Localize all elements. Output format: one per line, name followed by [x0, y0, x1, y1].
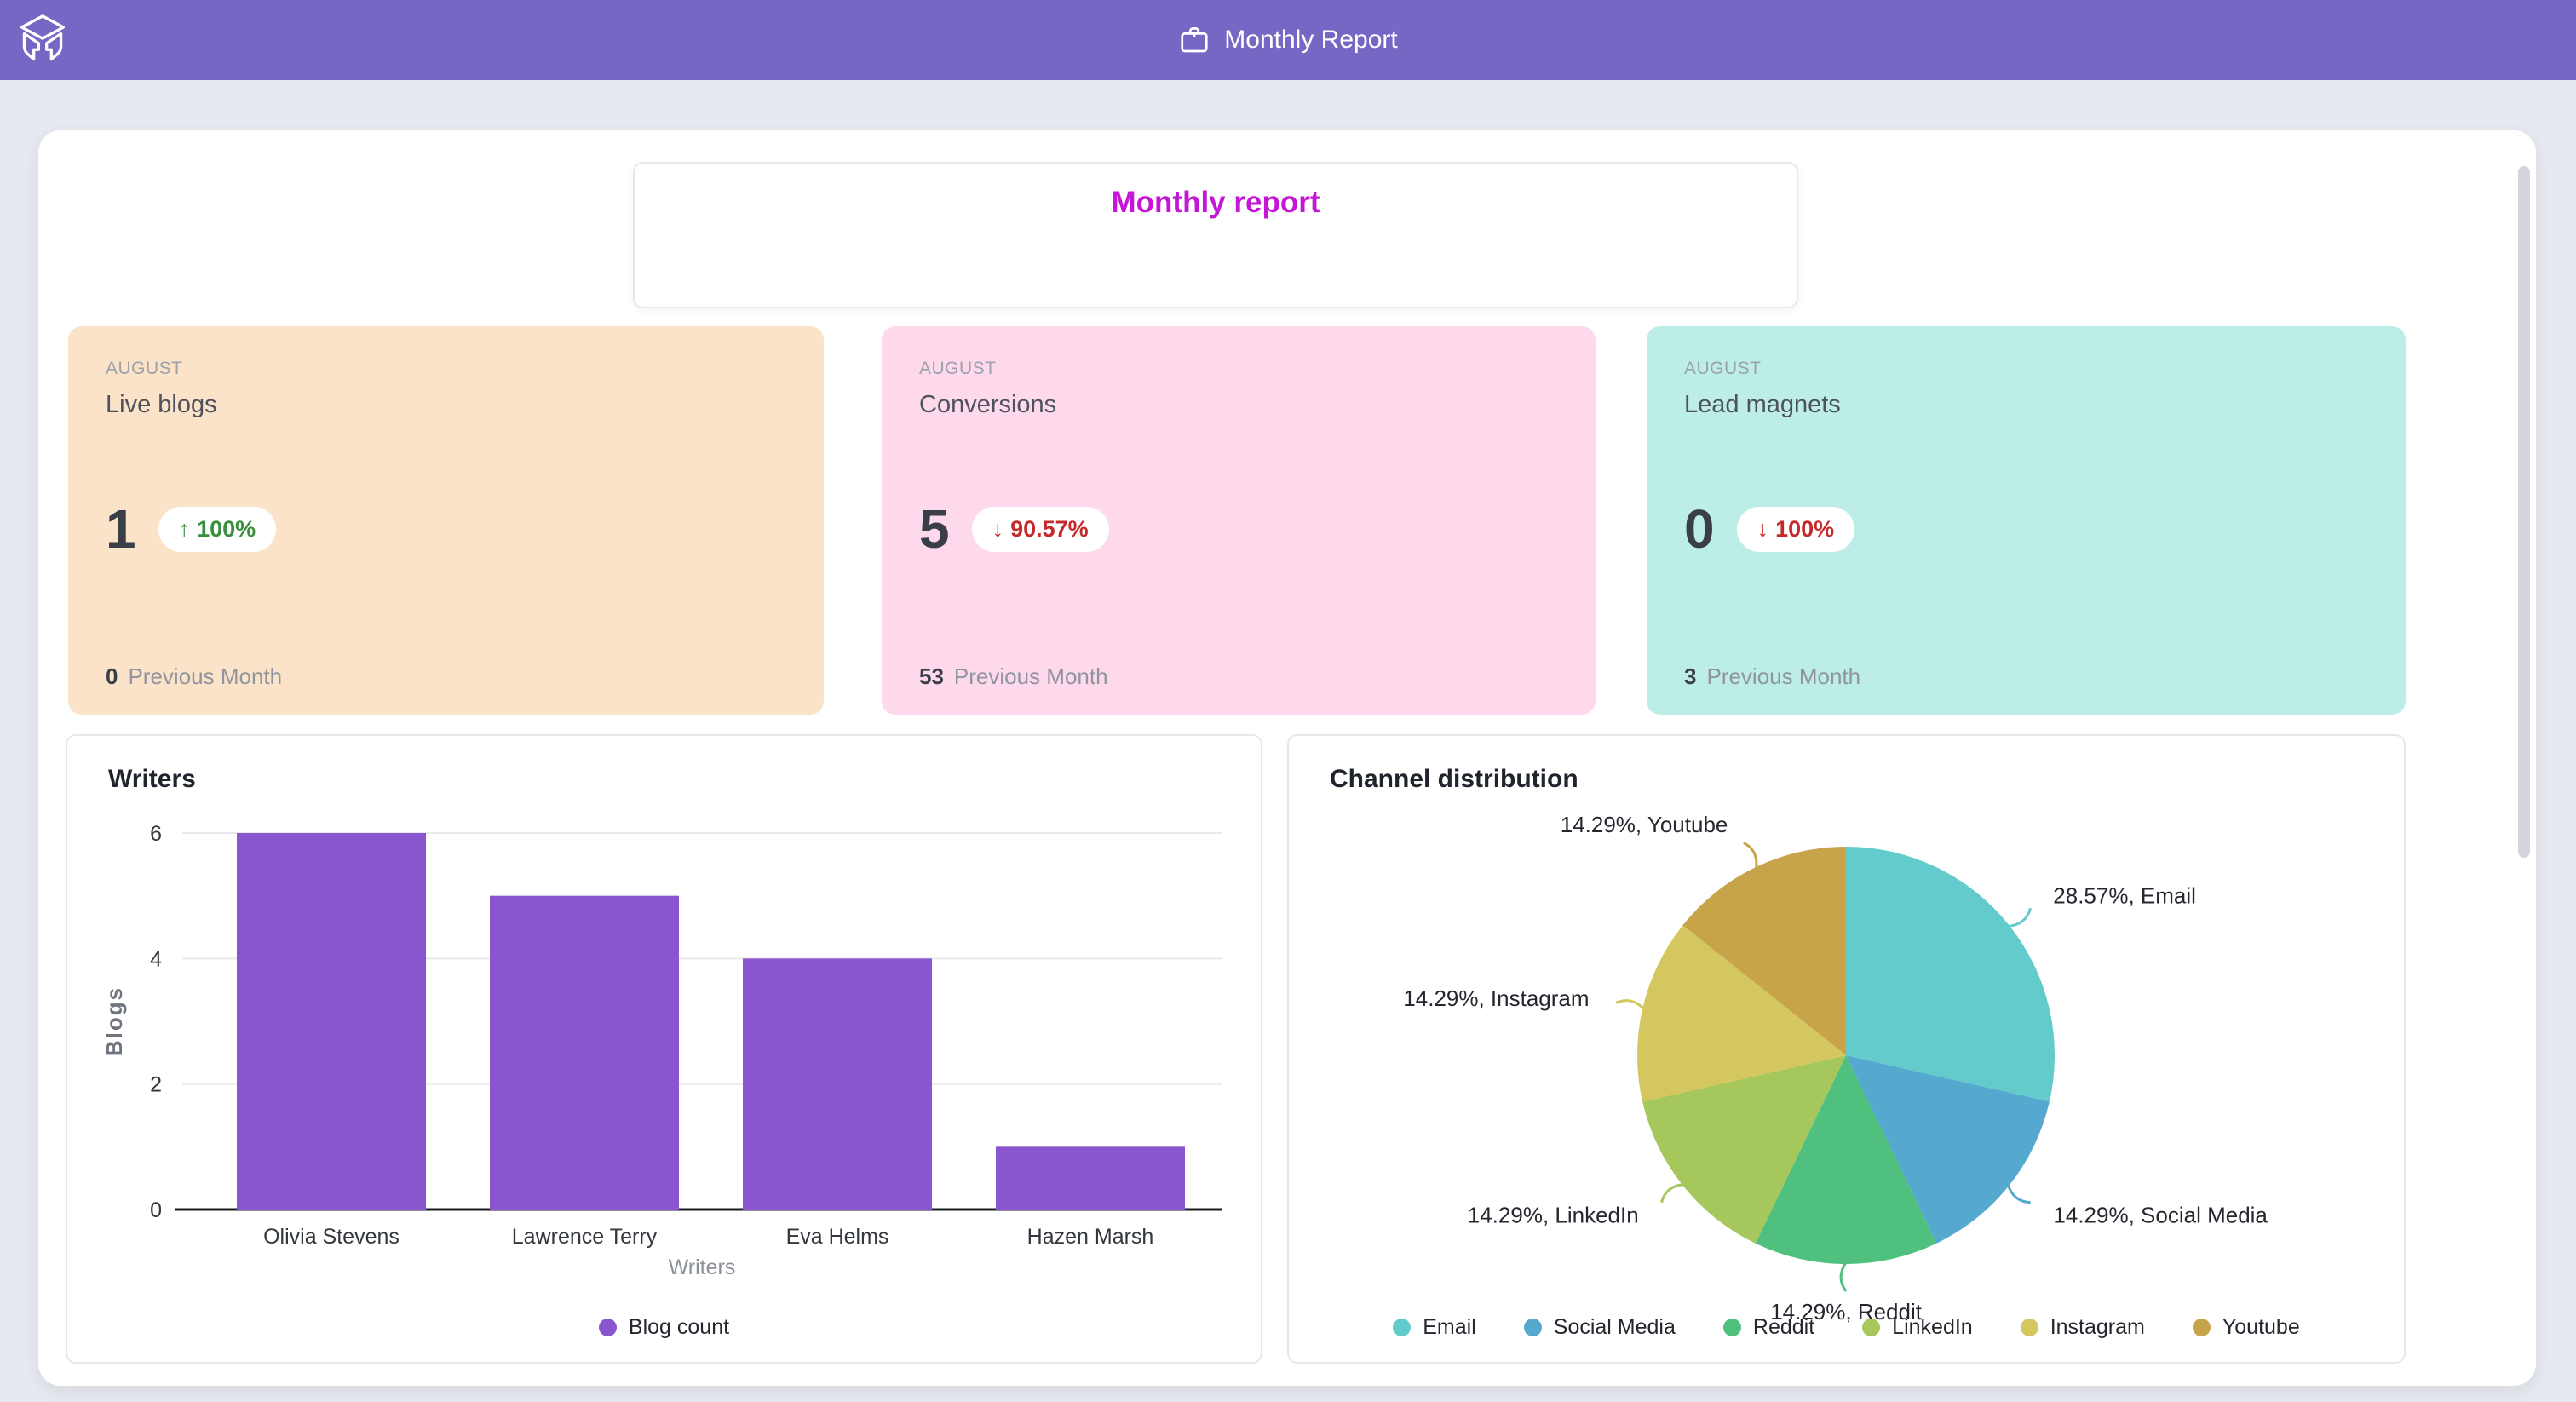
pie-legend-item[interactable]: Instagram — [2021, 1315, 2145, 1340]
arrow-down-icon: ↓ — [1757, 516, 1769, 543]
channel-pie-chart-card: Channel distribution 28.57%, Email14.29%… — [1287, 734, 2406, 1364]
app-title: Monthly Report — [1224, 26, 1397, 55]
arrow-down-icon: ↓ — [992, 516, 1004, 543]
previous-label: Previous Month — [1706, 664, 1860, 690]
trend-badge: ↓ 90.57% — [972, 507, 1109, 552]
writers-bar-chart[interactable]: 0 2 4 6 Olivia Stevens Lawrence Terry Eva Helm… — [67, 736, 1264, 1365]
stat-value: 1 — [106, 499, 136, 559]
stat-card-live-blogs: AUGUST Live blogs 1 ↑ 100% 0 Previous Mo… — [68, 326, 824, 715]
legend-label: Youtube — [2222, 1315, 2300, 1340]
header-title: Monthly Report — [0, 0, 2576, 80]
legend-label: Instagram — [2050, 1315, 2145, 1340]
pie-legend-item[interactable]: Youtube — [2193, 1315, 2300, 1340]
svg-text:4: 4 — [150, 947, 162, 971]
stat-month: AUGUST — [919, 359, 1558, 379]
stat-value: 0 — [1684, 499, 1715, 559]
previous-month-row: 53 Previous Month — [919, 664, 1108, 690]
legend-dot — [599, 1319, 617, 1336]
legend-dot — [1524, 1319, 1542, 1336]
previous-value: 3 — [1684, 664, 1696, 690]
legend-label: Reddit — [1753, 1315, 1814, 1340]
legend-dot — [1723, 1319, 1741, 1336]
stat-value-row: 1 ↑ 100% — [106, 499, 276, 559]
pie-legend-item[interactable]: Social Media — [1524, 1315, 1676, 1340]
report-card: Monthly report AUGUST Live blogs 1 ↑ 100… — [38, 130, 2536, 1386]
bar-legend-item[interactable]: Blog count — [599, 1315, 729, 1340]
svg-text:2: 2 — [150, 1073, 162, 1097]
arrow-up-icon: ↑ — [179, 516, 191, 543]
previous-label: Previous Month — [128, 664, 282, 690]
legend-label: Blog count — [629, 1315, 729, 1340]
svg-text:14.29%, LinkedIn: 14.29%, LinkedIn — [1468, 1203, 1639, 1228]
stat-month: AUGUST — [1684, 359, 2368, 379]
svg-text:Blogs: Blogs — [101, 986, 127, 1056]
stat-label: Lead magnets — [1684, 391, 2368, 419]
previous-value: 0 — [106, 664, 118, 690]
charts-row: Writers 0 2 4 6 Olivia Stevens Lawrence Terry… — [38, 734, 2536, 1364]
briefcase-icon — [1178, 24, 1210, 56]
svg-text:0: 0 — [150, 1198, 162, 1222]
app-header: Monthly Report — [0, 0, 2576, 80]
legend-label: LinkedIn — [1892, 1315, 1973, 1340]
report-title: Monthly report — [635, 186, 1797, 220]
stat-card-conversions: AUGUST Conversions 5 ↓ 90.57% 53 Previou… — [882, 326, 1596, 715]
svg-text:Writers: Writers — [669, 1255, 736, 1279]
stats-row: AUGUST Live blogs 1 ↑ 100% 0 Previous Mo… — [38, 326, 2536, 715]
bar-chart-legend: Blog count — [67, 1315, 1261, 1340]
writers-bar-chart-card: Writers 0 2 4 6 Olivia Stevens Lawrence Terry… — [66, 734, 1262, 1364]
previous-label: Previous Month — [954, 664, 1108, 690]
previous-month-row: 3 Previous Month — [1684, 664, 1860, 690]
stat-month: AUGUST — [106, 359, 786, 379]
legend-dot — [2021, 1319, 2038, 1336]
trend-value: 100% — [1775, 516, 1834, 543]
svg-text:28.57%, Email: 28.57%, Email — [2053, 882, 2196, 908]
trend-badge: ↓ 100% — [1737, 507, 1855, 552]
trend-value: 100% — [197, 516, 256, 543]
previous-value: 53 — [919, 664, 944, 690]
trend-badge: ↑ 100% — [158, 507, 277, 552]
svg-text:Olivia Stevens: Olivia Stevens — [263, 1225, 400, 1249]
stat-label: Conversions — [919, 391, 1558, 419]
trend-value: 90.57% — [1010, 516, 1089, 543]
stat-value-row: 5 ↓ 90.57% — [919, 499, 1109, 559]
svg-text:14.29%, Youtube: 14.29%, Youtube — [1561, 812, 1728, 837]
legend-dot — [2193, 1319, 2211, 1336]
stat-value-row: 0 ↓ 100% — [1684, 499, 1854, 559]
stat-label: Live blogs — [106, 391, 786, 419]
vertical-scrollbar-thumb[interactable] — [2518, 166, 2530, 858]
svg-text:14.29%, Social Media: 14.29%, Social Media — [2053, 1203, 2268, 1228]
legend-label: Email — [1423, 1315, 1476, 1340]
pie-legend-item[interactable]: LinkedIn — [1862, 1315, 1973, 1340]
svg-text:Hazen Marsh: Hazen Marsh — [1027, 1225, 1154, 1249]
legend-label: Social Media — [1554, 1315, 1676, 1340]
svg-text:14.29%, Instagram: 14.29%, Instagram — [1403, 985, 1589, 1011]
pie-legend-item[interactable]: Reddit — [1723, 1315, 1814, 1340]
stat-card-lead-magnets: AUGUST Lead magnets 0 ↓ 100% 3 Previous … — [1647, 326, 2406, 715]
svg-text:6: 6 — [150, 822, 162, 846]
legend-dot — [1862, 1319, 1880, 1336]
stat-value: 5 — [919, 499, 950, 559]
pie-chart-legend: Email Social Media Reddit LinkedIn Instagram… — [1289, 1315, 2404, 1340]
svg-text:Eva Helms: Eva Helms — [786, 1225, 889, 1249]
previous-month-row: 0 Previous Month — [106, 664, 282, 690]
channel-pie-chart[interactable]: 28.57%, Email 14.29%, Social Media 14.29%,… — [1289, 736, 2407, 1365]
legend-dot — [1393, 1319, 1411, 1336]
svg-text:Lawrence Terry: Lawrence Terry — [512, 1225, 658, 1249]
pie-legend-item[interactable]: Email — [1393, 1315, 1476, 1340]
report-title-card: Monthly report — [633, 162, 1798, 308]
